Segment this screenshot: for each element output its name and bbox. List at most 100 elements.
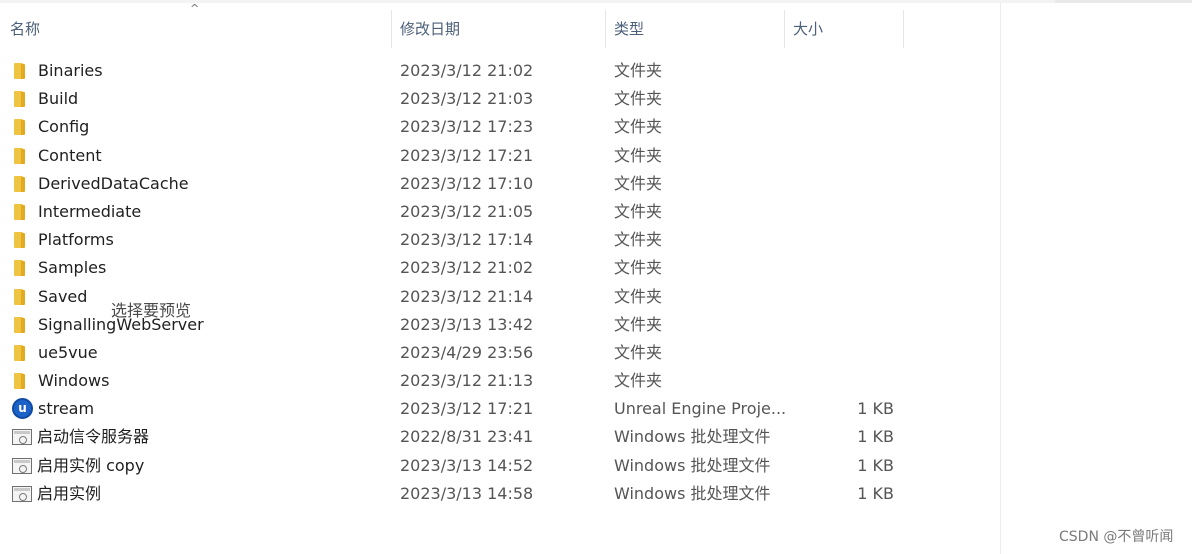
folder-icon xyxy=(12,117,32,137)
column-header-date[interactable]: 修改日期 xyxy=(392,10,606,48)
file-size xyxy=(790,226,894,254)
column-header-name-label: 名称 xyxy=(10,20,41,38)
file-name: ue5vue xyxy=(38,342,98,362)
file-name: Content xyxy=(38,145,102,165)
file-name: Saved xyxy=(38,286,88,306)
file-size xyxy=(790,142,894,170)
file-row[interactable]: Content 2023/3/12 17:21 文件夹 xyxy=(0,142,1000,170)
file-size xyxy=(790,339,894,367)
file-date: 2023/3/12 17:14 xyxy=(400,230,534,250)
batch-file-icon xyxy=(12,485,32,502)
file-size xyxy=(790,254,894,282)
file-date: 2023/3/12 21:13 xyxy=(400,371,534,391)
file-name: Windows xyxy=(38,371,110,391)
folder-icon xyxy=(12,230,32,250)
file-list-pane: 名称 ^ 修改日期 类型 大小 Binaries 2023/3/12 21:02… xyxy=(0,2,1000,554)
file-row[interactable]: Samples 2023/3/12 21:02 文件夹 xyxy=(0,254,1000,282)
file-row[interactable]: 启用实例 2023/3/13 14:58 Windows 批处理文件 1 KB xyxy=(0,480,1000,508)
file-size xyxy=(790,311,894,339)
watermark: CSDN @不曾听闻 xyxy=(1059,529,1174,545)
file-row[interactable]: ue5vue 2023/4/29 23:56 文件夹 xyxy=(0,339,1000,367)
file-size xyxy=(790,198,894,226)
file-date: 2023/3/12 21:02 xyxy=(400,258,534,278)
file-row[interactable]: 启动信令服务器 2022/8/31 23:41 Windows 批处理文件 1 … xyxy=(0,423,1000,451)
file-size xyxy=(790,283,894,311)
file-size: 1 KB xyxy=(857,455,894,475)
file-type: 文件夹 xyxy=(614,61,663,80)
file-name: 启用实例 copy xyxy=(37,455,145,475)
folder-icon xyxy=(12,174,32,194)
file-date: 2023/3/12 21:03 xyxy=(400,89,534,109)
unreal-engine-icon: u xyxy=(12,398,33,420)
file-date: 2023/3/13 14:52 xyxy=(400,455,534,475)
file-name: 启用实例 xyxy=(37,483,102,503)
preview-placeholder-text: 选择要预览 xyxy=(111,301,192,320)
column-header-date-label: 修改日期 xyxy=(400,20,461,38)
file-size: 1 KB xyxy=(857,427,894,447)
file-date: 2023/3/13 14:58 xyxy=(400,483,534,503)
file-size xyxy=(790,57,894,85)
file-date: 2023/3/13 13:42 xyxy=(400,314,534,334)
folder-icon xyxy=(12,258,32,278)
column-header-name[interactable]: 名称 ^ xyxy=(0,2,392,48)
file-type: 文件夹 xyxy=(614,342,663,362)
column-header-size[interactable]: 大小 xyxy=(785,10,904,48)
file-date: 2023/3/12 17:21 xyxy=(400,145,534,165)
column-header-type[interactable]: 类型 xyxy=(606,10,785,48)
file-size xyxy=(790,170,894,198)
file-type: 文件夹 xyxy=(614,314,663,334)
batch-file-icon xyxy=(12,457,32,474)
column-header-row: 名称 ^ 修改日期 类型 大小 xyxy=(0,2,1000,48)
file-type: 文件夹 xyxy=(614,145,663,165)
column-header-size-label: 大小 xyxy=(793,20,824,38)
file-row[interactable]: Binaries 2023/3/12 21:02 文件夹 xyxy=(0,57,1000,85)
file-type: Windows 批处理文件 xyxy=(614,483,771,503)
folder-icon xyxy=(12,315,32,335)
folder-icon xyxy=(12,89,32,109)
file-type: 文件夹 xyxy=(614,371,663,391)
file-name: 启动信令服务器 xyxy=(37,427,150,447)
file-row[interactable]: Windows 2023/3/12 21:13 文件夹 xyxy=(0,367,1000,395)
file-size: 1 KB xyxy=(857,399,894,419)
file-size xyxy=(790,85,894,113)
file-date: 2023/3/12 17:10 xyxy=(400,173,534,193)
file-name: Config xyxy=(38,117,90,137)
file-row[interactable]: Build 2023/3/12 21:03 文件夹 xyxy=(0,85,1000,113)
file-type: 文件夹 xyxy=(614,201,663,221)
file-type: 文件夹 xyxy=(614,117,663,137)
folder-icon xyxy=(12,343,32,363)
file-size xyxy=(790,113,894,141)
file-row[interactable]: Intermediate 2023/3/12 21:05 文件夹 xyxy=(0,198,1000,226)
file-name: Binaries xyxy=(38,61,103,80)
folder-icon xyxy=(12,202,32,222)
file-name: Samples xyxy=(38,258,107,278)
batch-file-icon xyxy=(12,429,32,446)
file-size xyxy=(790,367,894,395)
file-type: 文件夹 xyxy=(614,286,663,306)
file-row[interactable]: Config 2023/3/12 17:23 文件夹 xyxy=(0,113,1000,141)
file-explorer-window: 名称 ^ 修改日期 类型 大小 Binaries 2023/3/12 21:02… xyxy=(0,0,1192,554)
file-name: stream xyxy=(38,399,95,419)
file-type: Windows 批处理文件 xyxy=(614,455,771,475)
file-type: 文件夹 xyxy=(614,173,663,193)
file-row[interactable]: 启用实例 copy 2023/3/13 14:52 Windows 批处理文件 … xyxy=(0,452,1000,480)
preview-pane xyxy=(1000,3,1192,554)
file-row[interactable]: Platforms 2023/3/12 17:14 文件夹 xyxy=(0,226,1000,254)
sort-ascending-icon: ^ xyxy=(190,2,200,15)
folder-icon xyxy=(12,61,32,81)
folder-icon xyxy=(12,371,32,391)
file-row[interactable]: u stream 2023/3/12 17:21 Unreal Engine P… xyxy=(0,395,1000,423)
file-type: 文件夹 xyxy=(614,258,663,278)
file-date: 2023/3/12 21:05 xyxy=(400,201,534,221)
file-name: Build xyxy=(38,89,79,109)
file-name: Intermediate xyxy=(38,201,142,221)
file-type: 文件夹 xyxy=(614,89,663,109)
folder-icon xyxy=(12,287,32,307)
file-list: Binaries 2023/3/12 21:02 文件夹 Build 2023/… xyxy=(0,57,1000,508)
file-size: 1 KB xyxy=(857,483,894,503)
file-date: 2022/8/31 23:41 xyxy=(400,427,534,447)
file-date: 2023/3/12 21:02 xyxy=(400,61,534,80)
file-row[interactable]: DerivedDataCache 2023/3/12 17:10 文件夹 xyxy=(0,170,1000,198)
folder-icon xyxy=(12,146,32,166)
file-date: 2023/3/12 21:14 xyxy=(400,286,534,306)
